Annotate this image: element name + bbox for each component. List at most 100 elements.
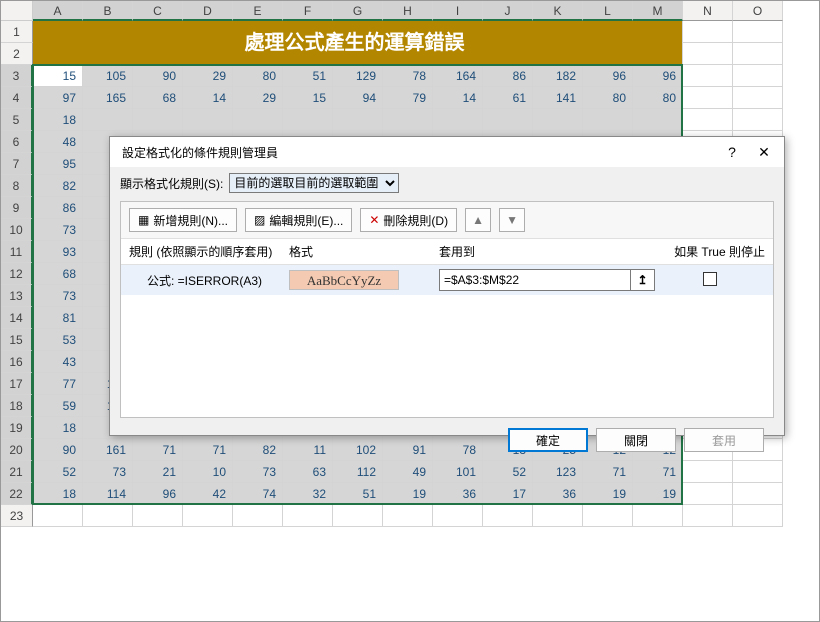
cell[interactable] [383,109,433,131]
row-header[interactable]: 8 [1,175,33,197]
cell[interactable] [183,109,233,131]
row-header[interactable]: 4 [1,87,33,109]
close-button[interactable]: 關閉 [596,428,676,452]
cell[interactable] [733,461,783,483]
column-header[interactable]: O [733,1,783,21]
cell[interactable]: 48 [33,131,83,153]
cell[interactable]: 129 [333,65,383,87]
cell[interactable] [733,87,783,109]
column-header[interactable]: D [183,1,233,21]
row-header[interactable]: 20 [1,439,33,461]
cell[interactable] [483,505,533,527]
column-header[interactable]: I [433,1,483,21]
cell[interactable]: 43 [33,351,83,373]
cell[interactable] [733,483,783,505]
cell[interactable] [33,505,83,527]
cell[interactable]: 36 [533,483,583,505]
cell[interactable] [83,505,133,527]
column-header[interactable]: J [483,1,533,21]
row-header[interactable]: 3 [1,65,33,87]
cell[interactable]: 18 [33,417,83,439]
column-header[interactable]: B [83,1,133,21]
column-header[interactable]: M [633,1,683,21]
cell[interactable] [183,505,233,527]
cell[interactable]: 68 [33,263,83,285]
cell[interactable] [433,109,483,131]
cell[interactable]: 29 [233,87,283,109]
cell[interactable] [683,461,733,483]
cell[interactable] [683,87,733,109]
column-header[interactable]: F [283,1,333,21]
cell[interactable]: 63 [283,461,333,483]
cell[interactable]: 182 [533,65,583,87]
cell[interactable]: 112 [333,461,383,483]
cell[interactable]: 93 [33,241,83,263]
cell[interactable]: 42 [183,483,233,505]
cell[interactable]: 78 [383,65,433,87]
cell[interactable] [533,505,583,527]
cell[interactable]: 105 [83,65,133,87]
column-header[interactable]: E [233,1,283,21]
cell[interactable] [683,109,733,131]
cell[interactable] [233,505,283,527]
cell[interactable]: 94 [333,87,383,109]
cell[interactable]: 15 [283,87,333,109]
row-header[interactable]: 17 [1,373,33,395]
select-all-corner[interactable] [1,1,33,21]
row-header[interactable]: 15 [1,329,33,351]
cell[interactable]: 53 [33,329,83,351]
cell[interactable]: 114 [83,483,133,505]
row-header[interactable]: 10 [1,219,33,241]
range-picker-icon[interactable]: ↥ [631,269,655,291]
show-rules-for-select[interactable]: 目前的選取目前的選取範圍 [229,173,399,193]
cell[interactable]: 141 [533,87,583,109]
cell[interactable]: 82 [33,175,83,197]
cell[interactable]: 68 [133,87,183,109]
cell[interactable]: 80 [583,87,633,109]
cell[interactable] [683,43,733,65]
edit-rule-button[interactable]: ▨編輯規則(E)... [245,208,352,232]
cell[interactable]: 86 [483,65,533,87]
cell[interactable]: 51 [333,483,383,505]
row-header[interactable]: 11 [1,241,33,263]
cell[interactable]: 52 [483,461,533,483]
cell[interactable]: 59 [33,395,83,417]
cell[interactable]: 90 [33,439,83,461]
move-down-button[interactable]: ▼ [499,208,525,232]
cell[interactable]: 80 [633,87,683,109]
cell[interactable] [633,505,683,527]
column-header[interactable]: G [333,1,383,21]
dialog-titlebar[interactable]: 設定格式化的條件規則管理員 ? ✕ [110,137,784,167]
cell[interactable]: 165 [83,87,133,109]
apply-button[interactable]: 套用 [684,428,764,452]
cell[interactable]: 96 [633,65,683,87]
cell[interactable] [433,505,483,527]
cell[interactable]: 77 [33,373,83,395]
cell[interactable] [633,109,683,131]
help-button[interactable]: ? [720,144,744,161]
cell[interactable] [483,109,533,131]
cell[interactable]: 51 [283,65,333,87]
row-header[interactable]: 21 [1,461,33,483]
cell[interactable] [383,505,433,527]
cell[interactable]: 73 [33,219,83,241]
cell[interactable]: 123 [533,461,583,483]
column-header[interactable]: N [683,1,733,21]
cell[interactable]: 32 [283,483,333,505]
cell[interactable] [683,21,733,43]
column-header[interactable]: K [533,1,583,21]
ok-button[interactable]: 確定 [508,428,588,452]
row-header[interactable]: 14 [1,307,33,329]
cell[interactable]: 17 [483,483,533,505]
cell[interactable]: 79 [383,87,433,109]
row-header[interactable]: 13 [1,285,33,307]
column-header[interactable]: C [133,1,183,21]
row-header[interactable]: 12 [1,263,33,285]
row-header[interactable]: 2 [1,43,33,65]
cell[interactable] [683,483,733,505]
cell[interactable]: 71 [583,461,633,483]
column-header[interactable]: H [383,1,433,21]
cell[interactable] [733,505,783,527]
column-header[interactable]: L [583,1,633,21]
cell[interactable]: 52 [33,461,83,483]
